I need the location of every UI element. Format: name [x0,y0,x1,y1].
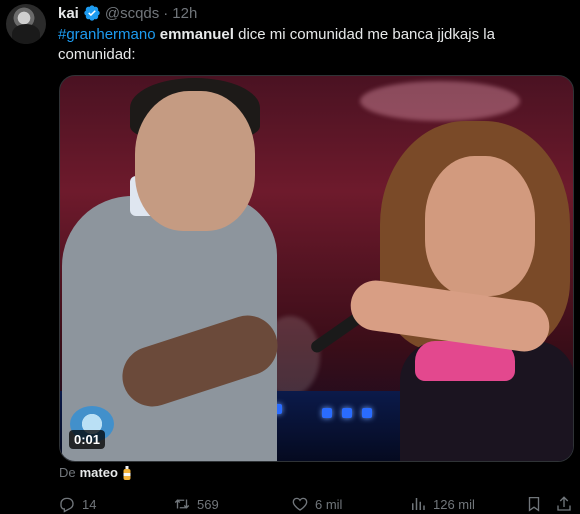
heart-icon [292,497,308,511]
host-head [135,91,255,231]
video-duration: 0:01 [69,430,106,449]
avatar[interactable] [6,4,46,44]
stage-led [322,408,332,418]
like-count: 6 mil [315,496,343,512]
separator-dot: · [163,4,169,22]
reply-icon [60,497,74,513]
action-bar: 14 569 6 mil 126 mil [58,494,571,514]
reply-button[interactable]: 14 [58,495,96,513]
share-button[interactable] [555,495,573,513]
tweet-header: kai @scqds · 12h [58,3,197,23]
views-icon [412,498,425,510]
stage-led [362,408,372,418]
tweet: kai @scqds · 12h #granhermano emmanuel d… [0,0,580,514]
attribution-prefix: De [59,465,76,480]
retweet-count: 569 [197,496,219,512]
stage-light [360,81,520,121]
reply-count: 14 [82,496,97,512]
video-attribution: De mateo [59,465,132,480]
bookmark-button[interactable] [525,495,543,513]
views-button[interactable]: 126 mil [409,495,475,513]
retweet-icon [174,499,190,509]
share-icon [557,496,571,511]
attribution-name[interactable]: mateo [80,465,118,480]
video-player[interactable]: 0:01 [59,75,574,462]
display-name[interactable]: kai [58,5,79,22]
stage-led [342,408,352,418]
tweet-text: #granhermano emmanuel dice mi comunidad … [58,25,558,65]
views-count: 126 mil [433,496,475,512]
like-button[interactable]: 6 mil [291,495,342,513]
bottle-emoji-icon [123,465,131,480]
retweet-button[interactable]: 569 [173,495,219,513]
hashtag-link[interactable]: #granhermano [58,26,156,43]
tweet-bold-word: emmanuel [159,26,234,43]
verified-badge-icon [84,5,100,21]
timestamp[interactable]: 12h [172,5,197,22]
user-handle[interactable]: @scqds [105,5,159,22]
guest-face [425,156,535,296]
bookmark-icon [528,496,540,512]
